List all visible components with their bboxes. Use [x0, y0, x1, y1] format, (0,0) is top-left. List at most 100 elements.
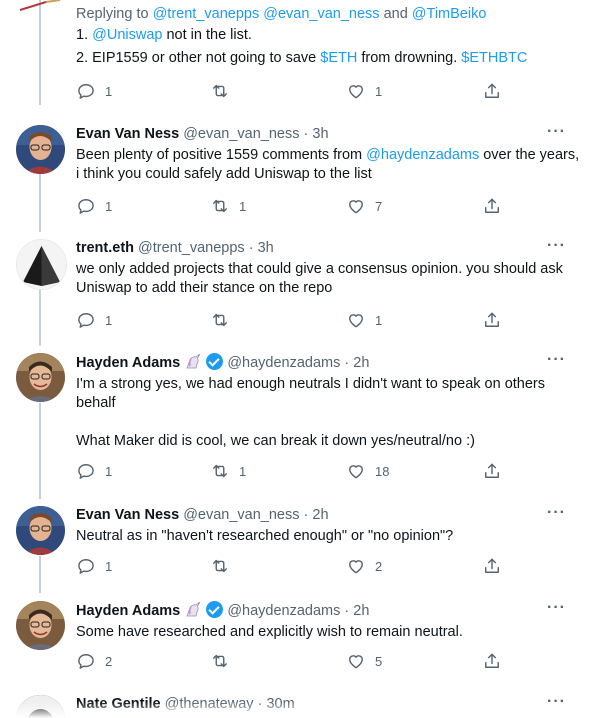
reply-button[interactable]: 1 [76, 80, 112, 102]
cashtag-link[interactable]: $ETH [320, 50, 357, 66]
retweet-icon [213, 654, 227, 668]
tweet-text: 1. @Uniswap not in the list. 2. EIP1559 … [76, 26, 586, 68]
mention-link[interactable]: @evan_van_ness [263, 6, 379, 22]
reply-count: 2 [105, 653, 113, 669]
like-count: 2 [375, 558, 383, 574]
retweet-icon [213, 84, 227, 98]
timestamp[interactable]: 2h [312, 507, 328, 523]
display-name[interactable]: Hayden Adams [76, 355, 180, 371]
like-button[interactable]: 7 [346, 195, 382, 217]
more-options-icon[interactable]: ··· [547, 123, 566, 141]
reply-count: 1 [105, 312, 113, 328]
reply-button[interactable]: 1 [76, 555, 112, 577]
retweet-button[interactable] [210, 80, 230, 102]
reply-icon [78, 313, 94, 328]
more-options-icon[interactable]: ··· [547, 504, 566, 522]
like-count: 1 [375, 312, 383, 328]
like-button[interactable]: 18 [346, 460, 389, 482]
more-options-icon[interactable]: ··· [547, 237, 566, 255]
tweet[interactable]: trent.eth @trent_vanepps · 3h ··· we onl… [0, 237, 600, 344]
mention-link[interactable]: @haydenzadams [366, 147, 479, 163]
tweet-header: trent.eth @trent_vanepps · 3h [76, 239, 586, 258]
more-options-icon[interactable]: ··· [547, 599, 566, 617]
tweet-text: Been plenty of positive 1559 comments fr… [76, 146, 586, 184]
separator-dot: · [344, 355, 350, 371]
avatar[interactable] [16, 239, 67, 290]
cashtag-link[interactable]: $ETHBTC [461, 50, 527, 66]
unicorn-emoji-icon [186, 601, 201, 617]
reply-icon [78, 654, 94, 669]
like-button[interactable]: 1 [346, 309, 382, 331]
retweet-button[interactable]: 1 [210, 195, 246, 217]
mention-link[interactable]: @trent_vanepps [153, 6, 260, 22]
display-name[interactable]: Evan Van Ness [76, 507, 179, 523]
share-button[interactable] [482, 80, 502, 102]
separator-dot: · [248, 240, 254, 256]
tweet[interactable]: Evan Van Ness @evan_van_ness · 2h ··· Ne… [0, 504, 600, 591]
reply-button[interactable]: 1 [76, 460, 112, 482]
avatar[interactable] [16, 353, 65, 402]
avatar[interactable] [16, 506, 65, 555]
retweet-icon [213, 559, 227, 573]
share-button[interactable] [482, 195, 502, 217]
like-icon [349, 655, 363, 669]
retweet-count: 1 [239, 463, 247, 479]
separator-dot: · [344, 603, 350, 619]
like-icon [349, 200, 363, 214]
avatar[interactable] [16, 125, 65, 174]
avatar[interactable] [16, 601, 65, 650]
display-name[interactable]: Hayden Adams [76, 603, 180, 619]
reply-count: 1 [105, 83, 113, 99]
mention-link[interactable]: @Uniswap [92, 27, 162, 43]
retweet-button[interactable] [210, 650, 230, 672]
like-button[interactable]: 2 [346, 555, 382, 577]
avatar-cropped [16, 0, 65, 14]
timestamp[interactable]: 2h [353, 355, 369, 371]
user-handle[interactable]: @haydenzadams [227, 355, 340, 371]
more-options-icon[interactable]: ··· [547, 351, 566, 369]
user-handle[interactable]: @trent_vanepps [138, 240, 245, 256]
tweet-text: we only added projects that could give a… [76, 261, 563, 296]
tweet-header: Hayden Adams @haydenzadams · 2h [76, 353, 586, 373]
mention-link[interactable]: @TimBeiko [412, 6, 487, 22]
reply-icon [78, 84, 94, 99]
reply-count: 1 [105, 558, 113, 574]
replying-prefix: Replying to [76, 6, 153, 22]
user-handle[interactable]: @haydenzadams [227, 603, 340, 619]
tweet[interactable]: Hayden Adams @haydenzadams · 2h ··· Some… [0, 599, 600, 686]
share-icon [485, 198, 499, 213]
reply-button[interactable]: 1 [76, 309, 112, 331]
display-name[interactable]: trent.eth [76, 240, 134, 256]
retweet-button[interactable] [210, 555, 230, 577]
retweet-button[interactable]: 1 [210, 460, 246, 482]
tweet-text: I'm a strong yes, we had enough neutrals… [76, 375, 586, 451]
share-button[interactable] [482, 309, 502, 331]
user-handle[interactable]: @evan_van_ness [183, 507, 299, 523]
share-button[interactable] [482, 460, 502, 482]
like-button[interactable]: 1 [346, 80, 382, 102]
unicorn-emoji-icon [186, 353, 201, 369]
tweet[interactable]: Hayden Adams @haydenzadams · 2h ··· I'm … [0, 351, 600, 498]
tweet-parent[interactable]: Replying to @trent_vanepps @evan_van_nes… [0, 0, 600, 110]
share-button[interactable] [482, 555, 502, 577]
like-count: 7 [375, 198, 383, 214]
verified-badge-icon [206, 353, 224, 370]
retweet-button[interactable] [210, 309, 230, 331]
like-count: 5 [375, 653, 383, 669]
timestamp[interactable]: 2h [353, 603, 369, 619]
share-icon [485, 653, 499, 668]
tweet-text: Some have researched and explicitly wish… [76, 624, 463, 640]
like-button[interactable]: 5 [346, 650, 382, 672]
timestamp[interactable]: 3h [312, 126, 328, 142]
share-icon [485, 463, 499, 478]
display-name[interactable]: Evan Van Ness [76, 126, 179, 142]
tweet[interactable]: Evan Van Ness @evan_van_ness · 3h ··· Be… [0, 123, 600, 230]
share-icon [485, 83, 499, 98]
share-button[interactable] [482, 650, 502, 672]
like-icon [349, 314, 363, 328]
user-handle[interactable]: @evan_van_ness [183, 126, 299, 142]
reply-icon [78, 199, 94, 214]
reply-button[interactable]: 1 [76, 195, 112, 217]
reply-button[interactable]: 2 [76, 650, 112, 672]
timestamp[interactable]: 3h [258, 240, 274, 256]
